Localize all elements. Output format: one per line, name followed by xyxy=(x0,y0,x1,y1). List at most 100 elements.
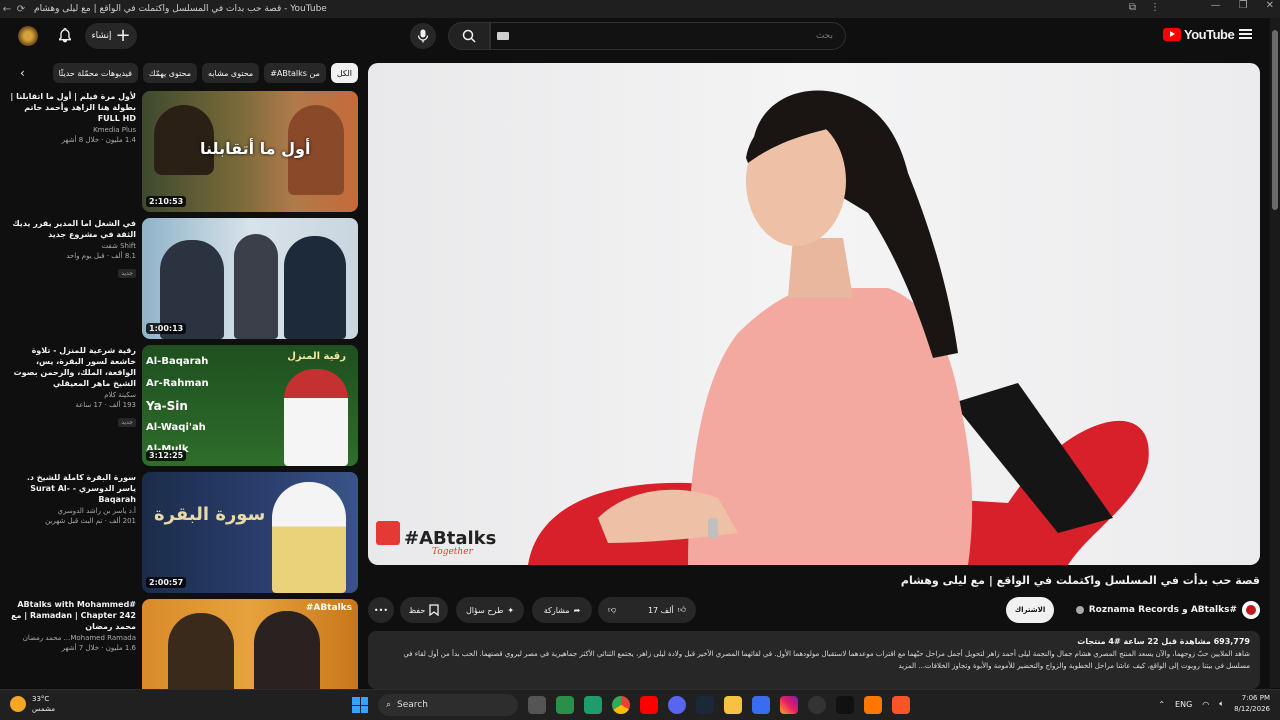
restore-icon[interactable]: ❐ xyxy=(1239,0,1248,11)
app-icon[interactable] xyxy=(808,696,826,714)
description-box[interactable]: 693,779 مشاهدة قبل 22 ساعة #4 منتجات شاه… xyxy=(368,631,1260,689)
youtube-app-icon[interactable] xyxy=(640,696,658,714)
date: 8/12/2026 xyxy=(1234,705,1270,713)
clock[interactable]: 7:06 PM 8/12/2026 xyxy=(1234,693,1270,715)
chip-all[interactable]: الكل xyxy=(330,63,358,83)
channel-names[interactable]: #ABtalks و Roznama Records xyxy=(1089,605,1237,615)
video-title[interactable]: #ABtalks with Mohammed Ramadan | Chapter… xyxy=(8,599,136,632)
wifi-icon[interactable]: ◠ xyxy=(1202,700,1209,709)
store-icon[interactable] xyxy=(556,696,574,714)
duration-badge: 2:10:53 xyxy=(146,196,187,207)
task-view-icon[interactable] xyxy=(528,696,546,714)
subscribe-button[interactable]: الاشتراك xyxy=(1006,597,1054,623)
file-explorer-icon[interactable] xyxy=(724,696,742,714)
minimize-icon[interactable]: — xyxy=(1211,0,1221,11)
scrollbar-thumb[interactable] xyxy=(1272,30,1278,210)
list-item[interactable]: أول ما أتقابلنا 2:10:53 لأول مرة فيلم | … xyxy=(8,91,358,218)
surah-name: Al-Baqarah xyxy=(146,356,209,367)
video-title[interactable]: سورة البقرة كاملة للشيخ د. ياسر الدوسري … xyxy=(8,472,136,505)
video-thumbnail[interactable]: #ABtalks xyxy=(142,599,358,689)
close-icon[interactable]: ✕ xyxy=(1266,0,1274,11)
weather-condition: مشمس xyxy=(32,705,55,713)
keyboard-icon[interactable] xyxy=(497,32,509,40)
like-button[interactable]: 17 ألف 👍︎ xyxy=(648,605,686,615)
video-title: قصة حب بدأت في المسلسل واكتملت في الواقع… xyxy=(900,574,1260,587)
discord-icon[interactable] xyxy=(668,696,686,714)
search-icon: ⌕ xyxy=(386,700,392,710)
verified-icon xyxy=(1075,606,1084,614)
video-title[interactable]: في الشغل اما المدير يقرر يديك الثقة في م… xyxy=(8,218,136,240)
language-indicator[interactable]: ENG xyxy=(1175,700,1192,709)
chip-for-you[interactable]: محتوى يهمّك xyxy=(142,63,198,83)
duration-badge: 3:12:25 xyxy=(146,450,187,461)
page-scrollbar[interactable] xyxy=(1270,18,1280,688)
search-input[interactable] xyxy=(490,22,846,50)
instagram-icon[interactable] xyxy=(780,696,798,714)
share-button[interactable]: مشاركة ➦ xyxy=(532,597,592,623)
search-button[interactable] xyxy=(448,22,490,50)
chip-recently-uploaded[interactable]: فيديوهات محمّلة حديثًا xyxy=(52,63,138,83)
reload-icon[interactable]: ⟳ xyxy=(14,4,28,15)
video-thumbnail[interactable]: سورة البقرة 2:00:57 xyxy=(142,472,358,593)
chrome-icon[interactable] xyxy=(612,696,630,714)
taskbar-search[interactable]: ⌕ Search xyxy=(378,694,518,716)
soundcloud-icon[interactable] xyxy=(864,696,882,714)
description-text: شاهد الملايين حبّ زوجهما، والآن يسعد الم… xyxy=(403,650,1250,670)
hamburger-menu-icon[interactable] xyxy=(1239,29,1252,39)
dislike-icon[interactable]: 👎︎ xyxy=(608,605,616,615)
ask-button[interactable]: طرح سؤال ✦ xyxy=(456,597,524,623)
create-label: إنشاء xyxy=(91,31,112,41)
more-menu-icon[interactable]: ⋮ xyxy=(1150,2,1160,13)
create-button[interactable]: إنشاء + xyxy=(85,23,137,49)
channel-name[interactable]: Shift شفت xyxy=(8,242,136,250)
channel-name[interactable]: Mohamed Ramada... محمد رمضان xyxy=(8,634,136,642)
channel-name[interactable]: سكينة كلام xyxy=(8,391,136,399)
bookmark-icon xyxy=(429,604,439,616)
tiktok-icon[interactable] xyxy=(836,696,854,714)
weather-widget[interactable]: 33°C مشمس xyxy=(10,694,55,714)
chevron-up-icon[interactable]: ⌃ xyxy=(1158,700,1165,709)
video-thumbnail[interactable]: 1:00:13 xyxy=(142,218,358,339)
notifications-bell-icon[interactable] xyxy=(57,27,73,43)
video-thumbnail[interactable]: أول ما أتقابلنا 2:10:53 xyxy=(142,91,358,212)
brave-icon[interactable] xyxy=(892,696,910,714)
voice-search-button[interactable] xyxy=(410,23,436,49)
like-icon: 👍︎ xyxy=(677,605,686,614)
video-stats: 193 ألف · 17 ساعة xyxy=(75,401,136,409)
channel-owner[interactable]: #ABtalks و Roznama Records xyxy=(1075,599,1260,621)
video-thumbnail[interactable]: Al-Baqarah Ar-Rahman Ya-Sin Al-Waqi'ah A… xyxy=(142,345,358,466)
save-button[interactable]: حفظ xyxy=(400,597,448,623)
share-icon: ➦ xyxy=(573,605,581,615)
surah-name: Al-Waqi'ah xyxy=(146,422,206,433)
list-item[interactable]: #ABtalks #ABtalks with Mohammed Ramadan … xyxy=(8,599,358,689)
channel-name[interactable]: أ.د ياسر بن راشد الدوسري xyxy=(8,507,136,515)
list-item[interactable]: سورة البقرة 2:00:57 سورة البقرة كاملة لل… xyxy=(8,472,358,599)
thumb-title: #ABtalks xyxy=(305,603,352,613)
list-item[interactable]: 1:00:13 في الشغل اما المدير يقرر يديك ال… xyxy=(8,218,358,345)
video-meta: رقية شرعية للمنزل - تلاوة خاشعة لسور الب… xyxy=(8,345,136,428)
chevron-left-icon[interactable]: ‹ xyxy=(20,66,25,80)
windows-start-icon[interactable] xyxy=(352,697,368,713)
plus-icon: + xyxy=(115,25,131,46)
channel-name[interactable]: Kmedia Plus xyxy=(8,126,136,134)
list-item[interactable]: Al-Baqarah Ar-Rahman Ya-Sin Al-Waqi'ah A… xyxy=(8,345,358,472)
video-title[interactable]: رقية شرعية للمنزل - تلاوة خاشعة لسور الب… xyxy=(8,345,136,389)
extensions-icon[interactable]: ⧉ xyxy=(1129,2,1136,13)
video-stats: 8.1 ألف · قبل يوم واحد xyxy=(66,252,136,260)
video-title[interactable]: لأول مرة فيلم | أول ما اتقابلنا | بطولة … xyxy=(8,91,136,124)
youtube-logo[interactable]: YouTube xyxy=(1163,27,1235,42)
steam-icon[interactable] xyxy=(696,696,714,714)
video-player[interactable]: #ABtalks Together xyxy=(368,63,1260,565)
chip-from-channel[interactable]: من ABtalks# xyxy=(264,63,326,83)
more-actions-button[interactable]: ••• xyxy=(368,597,394,623)
app-icon[interactable] xyxy=(752,696,770,714)
back-icon[interactable]: ← xyxy=(0,4,14,15)
new-badge: جديد xyxy=(118,269,136,278)
volume-icon[interactable]: 🔈︎ xyxy=(1219,699,1224,709)
account-avatar[interactable] xyxy=(18,26,38,46)
app-icon[interactable] xyxy=(584,696,602,714)
channel-avatar[interactable] xyxy=(1242,601,1260,619)
thumb-title: سورة البقرة xyxy=(154,504,266,525)
chip-related[interactable]: محتوى مشابه xyxy=(202,63,260,83)
like-dislike-group: 👎︎ 17 ألف 👍︎ xyxy=(598,597,696,623)
